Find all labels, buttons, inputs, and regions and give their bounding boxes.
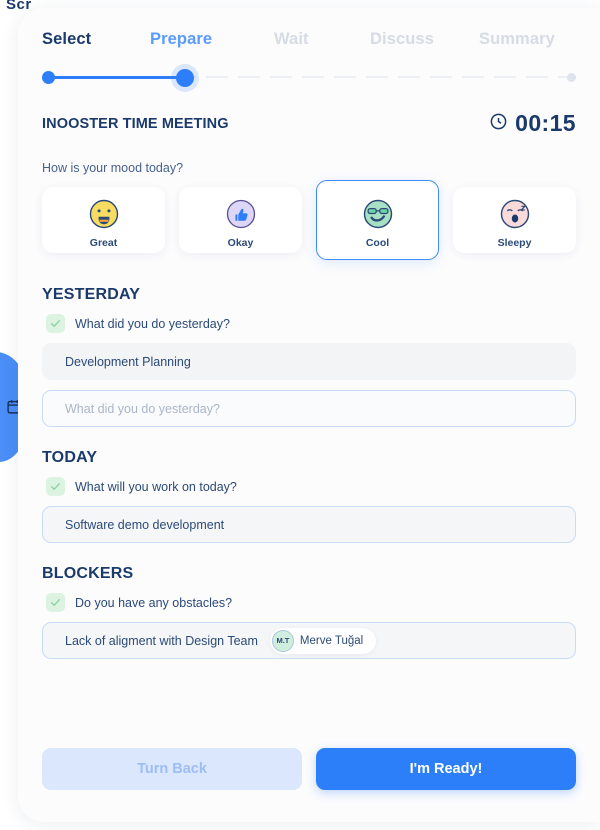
app-root: Scr Select Prepare Wait Discuss Summary [0,0,600,830]
assignee-name: Merve Tuğal [299,634,364,647]
mood-option-okay[interactable]: Okay [179,187,302,253]
meeting-timer: 00:15 [489,110,576,137]
question-text-blockers: Do you have any obstacles? [75,595,233,610]
step-label-select[interactable]: Select [42,30,91,49]
turn-back-button[interactable]: Turn Back [42,748,302,790]
sunglasses-face-icon [360,196,396,232]
assignee-chip[interactable]: M.T Merve Tuğal [269,627,377,654]
mood-label-okay: Okay [227,236,254,249]
check-icon [46,314,65,333]
step-label-summary[interactable]: Summary [479,30,555,49]
section-today: TODAY What will you work on today? Softw… [42,449,576,543]
yesterday-entry[interactable]: Development Planning [42,343,576,380]
mood-option-sleepy[interactable]: Sleepy [453,187,576,253]
step-label-wait[interactable]: Wait [274,30,309,49]
section-yesterday: YESTERDAY What did you do yesterday? Dev… [42,286,576,427]
today-entry[interactable]: Software demo development [42,506,576,543]
step-label-prepare[interactable]: Prepare [150,30,212,49]
background-partial-text: Scr [6,0,32,13]
mood-options: Great Okay Cool Sleepy [42,180,576,260]
question-row-yesterday: What did you do yesterday? [42,314,576,333]
stepper-track-progress [48,76,184,79]
mood-option-cool[interactable]: Cool [316,180,439,260]
step-dot-summary[interactable] [567,73,576,82]
yesterday-new-entry-input[interactable]: What did you do yesterday? [42,390,576,427]
smiling-face-icon [86,196,122,232]
im-ready-button[interactable]: I'm Ready! [316,748,576,790]
check-icon [46,477,65,496]
question-text-today: What will you work on today? [75,479,237,494]
stepper-track [42,69,576,87]
mood-label-great: Great [89,236,118,249]
step-dot-select[interactable] [42,71,55,84]
timer-value: 00:15 [515,110,576,136]
step-label-discuss[interactable]: Discuss [370,30,434,49]
yawning-face-icon [497,196,533,232]
check-icon [46,593,65,612]
mood-option-great[interactable]: Great [42,187,165,253]
question-row-blockers: Do you have any obstacles? [42,593,576,612]
section-blockers: BLOCKERS Do you have any obstacles? Lack… [42,565,576,659]
mood-question: How is your mood today? [42,161,184,175]
progress-stepper: Select Prepare Wait Discuss Summary [42,30,576,88]
meeting-header: INOOSTER TIME MEETING 00:15 [42,110,576,137]
avatar: M.T [271,629,294,652]
section-title-yesterday: YESTERDAY [42,286,141,303]
step-dot-prepare[interactable] [176,69,194,87]
thumbs-up-icon [223,196,259,232]
meeting-title: INOOSTER TIME MEETING [42,115,229,132]
section-title-today: TODAY [42,449,98,466]
mood-label-cool: Cool [365,236,390,249]
question-row-today: What will you work on today? [42,477,576,496]
blocker-entry-text: Lack of aligment with Design Team [65,633,258,648]
clock-icon [489,112,508,136]
stepper-labels: Select Prepare Wait Discuss Summary [42,30,576,56]
footer-actions: Turn Back I'm Ready! [42,748,576,790]
mood-label-sleepy: Sleepy [497,236,532,249]
meeting-card: Select Prepare Wait Discuss Summary INOO… [18,8,600,822]
question-text-yesterday: What did you do yesterday? [75,316,230,331]
blocker-entry[interactable]: Lack of aligment with Design Team M.T Me… [42,622,576,659]
section-title-blockers: BLOCKERS [42,565,134,582]
